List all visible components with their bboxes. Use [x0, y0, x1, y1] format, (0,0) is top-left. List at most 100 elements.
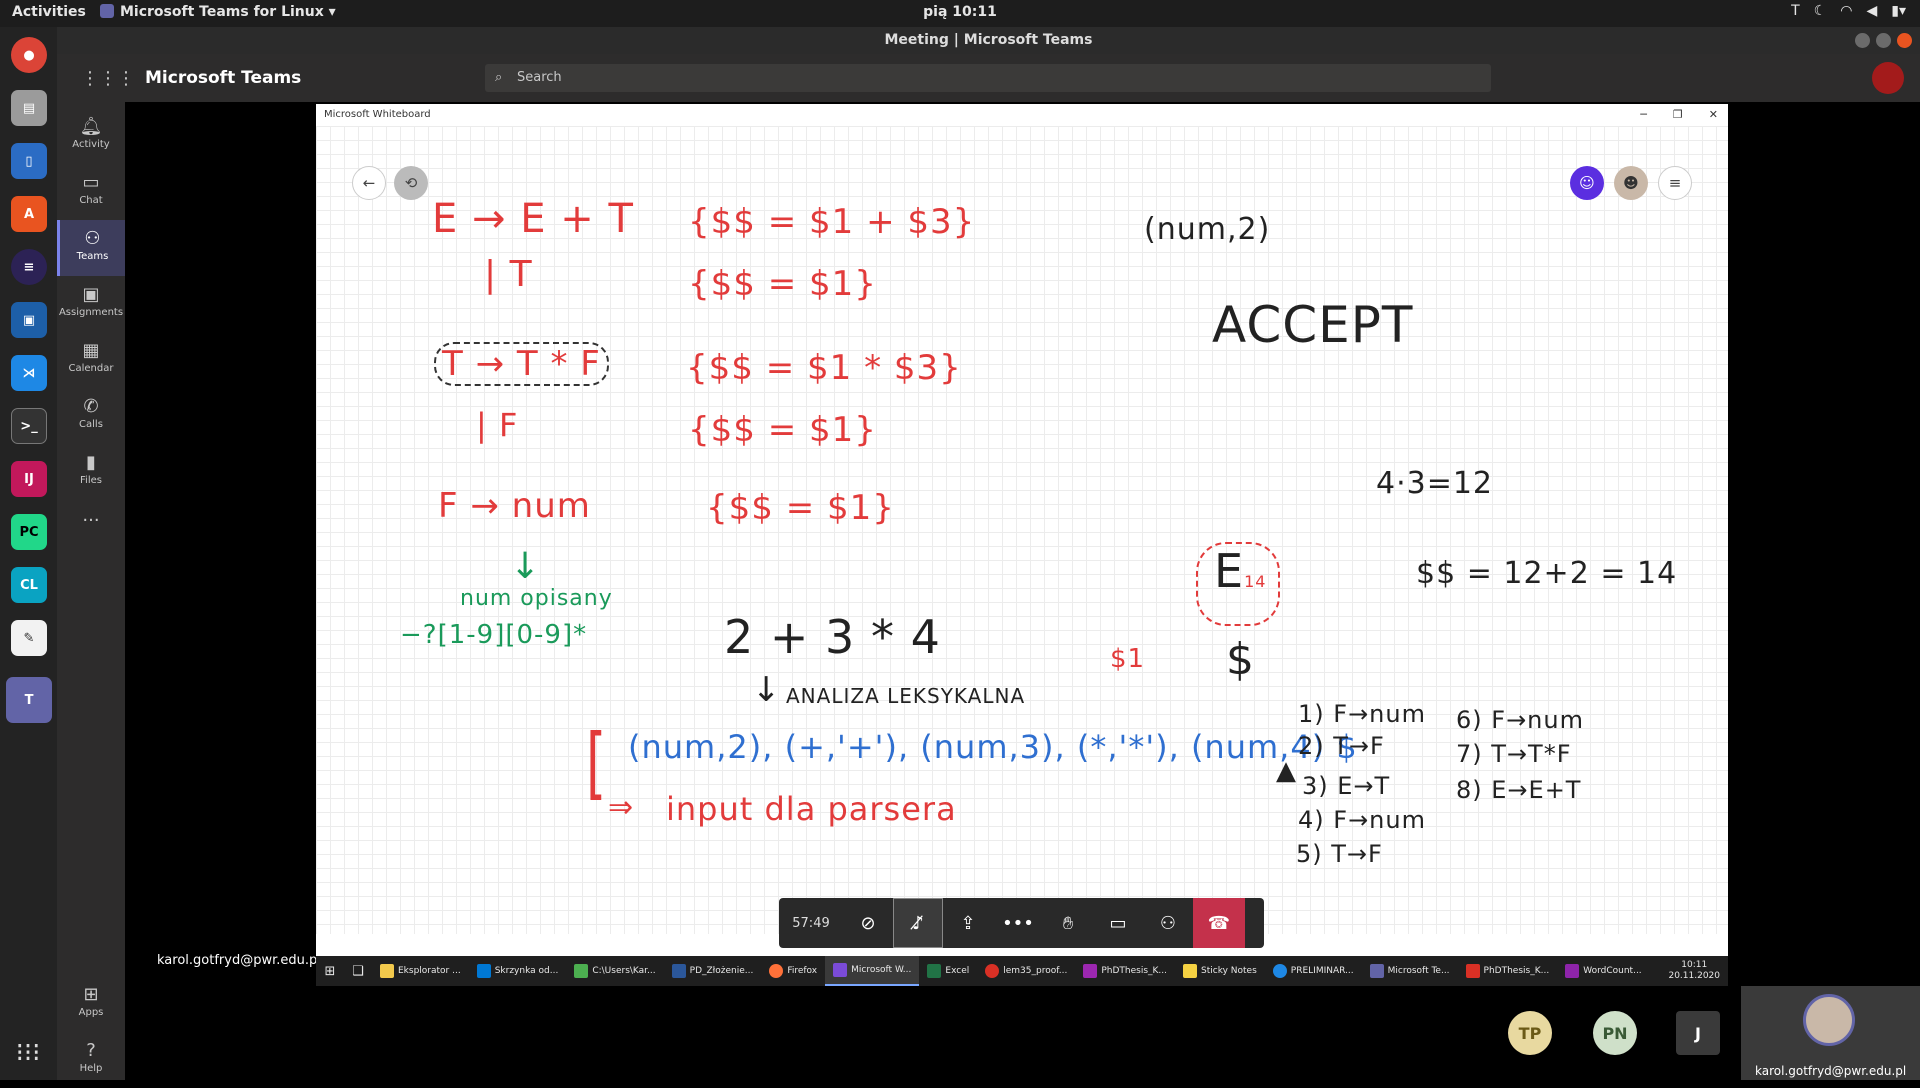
windows-start-icon[interactable]: ⊞ — [316, 964, 344, 979]
taskbar-item[interactable]: lem35_proof... — [977, 956, 1075, 986]
mic-off-icon: ♪̸ — [912, 912, 924, 934]
minimize-button[interactable] — [1855, 33, 1870, 48]
mic-off-button[interactable]: ♪̸ — [893, 898, 943, 948]
taskbar-item[interactable]: Microsoft W... — [825, 956, 920, 986]
menu-icon[interactable]: ≡ — [1658, 166, 1692, 200]
camera-off-button[interactable]: ⊘ — [843, 898, 893, 948]
self-video[interactable]: karol.gotfryd@pwr.edu.pl — [1741, 986, 1920, 1080]
rail-item-assignments[interactable]: ▣ Assignments — [57, 276, 125, 332]
system-tray[interactable]: T ☾ ◠ ◀ ▮▾ — [1791, 3, 1906, 19]
back-icon[interactable]: ← — [352, 166, 386, 200]
close-icon[interactable]: ✕ — [1709, 104, 1718, 126]
participant-avatar[interactable]: J — [1676, 1011, 1720, 1055]
clock[interactable]: pią 10:11 — [923, 4, 997, 20]
pycharm-icon[interactable]: PC — [11, 514, 47, 550]
taskbar-item[interactable]: Excel — [919, 956, 977, 986]
rail-item-calls[interactable]: ✆ Calls — [57, 388, 125, 444]
maximize-button[interactable] — [1876, 33, 1891, 48]
rail-item-activity[interactable]: 🔔︎ Activity — [57, 108, 125, 164]
rail-label: Apps — [78, 1007, 104, 1018]
software-icon[interactable]: A — [11, 196, 47, 232]
rail-label: Calendar — [68, 363, 114, 374]
raise-hand-button[interactable]: ✋︎ — [1043, 898, 1093, 948]
rail-more[interactable]: ··· — [57, 502, 125, 532]
app-launcher-icon[interactable]: ⋮⋮⋮ — [81, 68, 135, 89]
rail-item-teams[interactable]: ⚇ Teams — [57, 220, 125, 276]
clion-icon[interactable]: CL — [11, 567, 47, 603]
share-button[interactable]: ⇪ — [943, 898, 993, 948]
taskbar-item[interactable]: Firefox — [761, 956, 825, 986]
rule-2: 2) T→F — [1298, 732, 1385, 760]
teams-header: ⋮⋮⋮ Microsoft Teams ⌕ Search — [57, 54, 1920, 102]
wifi-icon[interactable]: ◠ — [1840, 3, 1852, 19]
whiteboard-window-controls: ─ ❐ ✕ — [1640, 104, 1718, 126]
rule-7: 7) T→T*F — [1456, 740, 1572, 768]
taskbar-item[interactable]: WordCount... — [1557, 956, 1649, 986]
intellij-icon[interactable]: IJ — [11, 461, 47, 497]
rule-5: 5) T→F — [1296, 840, 1383, 868]
edge-icon — [1272, 964, 1287, 978]
terminal-icon[interactable]: >_ — [11, 408, 47, 444]
self-label: karol.gotfryd@pwr.edu.pl — [1755, 1064, 1907, 1078]
chat-button[interactable]: ▭ — [1093, 898, 1143, 948]
participant-initials: PN — [1602, 1023, 1628, 1043]
taskbar-item[interactable]: PRELIMINAR... — [1265, 956, 1362, 986]
action-5: {$$ = $1} — [706, 488, 895, 528]
show-applications-icon[interactable]: ⁝⁝⁝ — [13, 1038, 43, 1068]
more-actions-button[interactable]: ••• — [993, 898, 1043, 948]
s1-label: $1 — [1110, 644, 1146, 674]
taskbar-label: PhDThesis_K... — [1483, 966, 1550, 976]
rail-item-chat[interactable]: ▭ Chat — [57, 164, 125, 220]
app-menu-label: Microsoft Teams for Linux — [120, 4, 324, 20]
minimize-icon[interactable]: ─ — [1640, 104, 1647, 126]
vscode-icon[interactable]: ⋊ — [11, 355, 47, 391]
teams-icon: ⚇ — [84, 228, 101, 249]
apps-icon: ⊞ — [83, 984, 99, 1005]
rail-item-calendar[interactable]: ▦ Calendar — [57, 332, 125, 388]
avatar[interactable]: ☻ — [1614, 166, 1648, 200]
participant-avatar[interactable]: PN — [1593, 1011, 1637, 1055]
hang-up-button[interactable]: ☎ — [1193, 898, 1245, 948]
writer-icon[interactable]: ▯ — [11, 143, 47, 179]
meeting-controls: 57:49 ⊘ ♪̸ ⇪ ••• ✋︎ ▭ ⚇ ☎ — [779, 898, 1264, 948]
taskbar-item[interactable]: PD_Złożenie... — [664, 956, 762, 986]
whiteboard-canvas[interactable]: ← ⟲ ☺ ☻ ≡ E → E + T | T T → T * F | F F … — [316, 126, 1728, 934]
app-menu[interactable]: Microsoft Teams for Linux ▾ — [100, 4, 336, 20]
taskbar-item[interactable]: PhDThesis_K... — [1075, 956, 1175, 986]
num-token: (num,2) — [1144, 212, 1271, 247]
taskbar-item[interactable]: Eksplorator ... — [372, 956, 469, 986]
participant-avatar[interactable]: TP — [1508, 1011, 1552, 1055]
rail-item-apps[interactable]: ⊞ Apps — [57, 976, 125, 1032]
lasso-icon[interactable]: ⟲ — [394, 166, 428, 200]
taskbar-clock[interactable]: 10:11 20.11.2020 — [1668, 960, 1728, 982]
rail-item-files[interactable]: ▮ Files — [57, 444, 125, 500]
note-num-described: num opisany — [460, 586, 613, 611]
restore-icon[interactable]: ❐ — [1673, 104, 1683, 126]
share-icon: ⇪ — [960, 912, 976, 934]
participants-button[interactable]: ⚇ — [1143, 898, 1193, 948]
taskbar-item[interactable]: Sticky Notes — [1175, 956, 1265, 986]
file-icon: ▮ — [86, 452, 96, 473]
task-view-icon[interactable]: ❑ — [344, 964, 372, 979]
virtualbox-icon[interactable]: ▣ — [11, 302, 47, 338]
chrome-icon[interactable]: ● — [11, 37, 47, 73]
battery-icon[interactable]: ▮▾ — [1891, 3, 1906, 19]
avatar[interactable] — [1872, 62, 1904, 94]
shell-icon — [574, 964, 589, 978]
volume-icon[interactable]: ◀ — [1866, 3, 1877, 19]
activities-button[interactable]: Activities — [12, 4, 86, 20]
search-input[interactable]: ⌕ Search — [485, 64, 1491, 92]
teams-tray-icon[interactable]: T — [1791, 3, 1800, 19]
moon-icon[interactable]: ☾ — [1814, 3, 1827, 19]
teams-dock-icon[interactable]: T — [6, 677, 52, 723]
files-icon[interactable]: ▤ — [11, 90, 47, 126]
close-button[interactable] — [1897, 33, 1912, 48]
taskbar-item[interactable]: Microsoft Te... — [1362, 956, 1458, 986]
user-icon[interactable]: ☺ — [1570, 166, 1604, 200]
eclipse-icon[interactable]: ≡ — [11, 249, 47, 285]
taskbar-item[interactable]: PhDThesis_K... — [1458, 956, 1558, 986]
taskbar-item[interactable]: C:\Users\Kar... — [566, 956, 663, 986]
taskbar-item[interactable]: Skrzynka od... — [469, 956, 567, 986]
text-editor-icon[interactable]: ✎ — [11, 620, 47, 656]
participant-initials: TP — [1518, 1023, 1542, 1043]
